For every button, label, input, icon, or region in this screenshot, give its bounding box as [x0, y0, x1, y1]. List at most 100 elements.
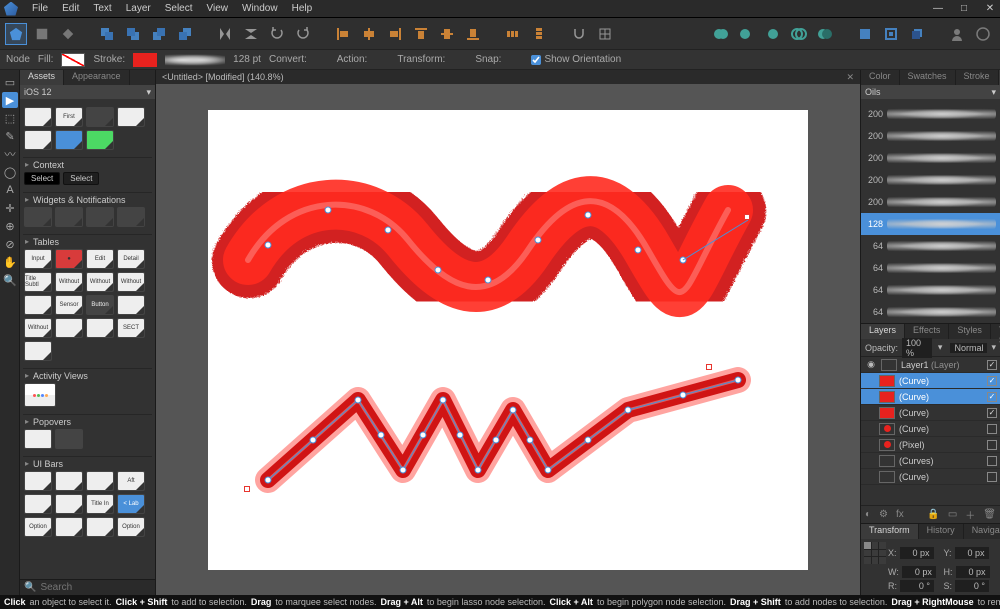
section-popovers[interactable]: Popovers [23, 414, 152, 428]
asset-item[interactable]: Without [55, 272, 83, 292]
layer-row[interactable]: (Pixel) [861, 437, 1000, 453]
asset-item[interactable]: Title In [86, 494, 114, 514]
layer-checkbox[interactable] [987, 440, 997, 450]
asset-item[interactable]: SECT [117, 318, 145, 338]
zoom-tool[interactable]: 🔍 [2, 272, 18, 288]
insert-behind-button[interactable] [906, 23, 928, 45]
selection-handle[interactable] [744, 214, 750, 220]
asset-item[interactable] [86, 130, 114, 150]
assets-search[interactable]: 🔍 [20, 579, 155, 595]
document-tab[interactable]: <Untitled> [Modified] (140.8%) ✕ [156, 70, 860, 84]
arrange-btn-3[interactable] [148, 23, 170, 45]
insert-target-button[interactable] [854, 23, 876, 45]
layers-tab[interactable]: Layers [861, 324, 905, 339]
assets-tab[interactable]: Assets [20, 70, 64, 85]
asset-item[interactable] [55, 318, 83, 338]
asset-item[interactable] [86, 207, 114, 227]
asset-item[interactable] [55, 517, 83, 537]
persona-designer[interactable] [6, 24, 26, 44]
transform-tab[interactable]: Transform [861, 524, 919, 539]
search-input[interactable] [40, 582, 172, 593]
artboard-tool[interactable]: ⬚ [2, 110, 18, 126]
align-right-button[interactable] [384, 23, 406, 45]
geom-int-button[interactable] [762, 23, 784, 45]
shape-tool[interactable]: ◯ [2, 164, 18, 180]
appearance-tab[interactable]: Appearance [64, 70, 130, 85]
layer-row[interactable]: (Curve) [861, 389, 1000, 405]
asset-item[interactable] [117, 207, 145, 227]
asset-item[interactable] [24, 295, 52, 315]
arrange-btn-4[interactable] [174, 23, 196, 45]
add-layer-button[interactable]: ＋ [965, 507, 975, 522]
asset-item[interactable] [55, 429, 83, 449]
transform-x[interactable]: 0 px [900, 547, 934, 559]
snap-options[interactable] [594, 23, 616, 45]
asset-item[interactable]: Edit [86, 249, 114, 269]
asset-item[interactable] [24, 471, 52, 491]
flip-h-button[interactable] [214, 23, 236, 45]
asset-item[interactable]: Option [117, 517, 145, 537]
fill-swatch[interactable] [61, 53, 85, 67]
snap-toggle[interactable] [568, 23, 590, 45]
geom-xor-button[interactable] [788, 23, 810, 45]
text-tool[interactable]: A [2, 182, 18, 198]
layer-checkbox[interactable] [987, 472, 997, 482]
brush-preset[interactable]: 200 [861, 103, 1000, 125]
align-left-button[interactable] [332, 23, 354, 45]
layer-checkbox[interactable] [987, 392, 997, 402]
group-button[interactable]: ▭ [948, 509, 957, 520]
stroke-swatch[interactable] [133, 53, 157, 67]
transform-y[interactable]: 0 px [955, 547, 989, 559]
section-tables[interactable]: Tables [23, 234, 152, 248]
align-center-v-button[interactable] [436, 23, 458, 45]
layer-checkbox[interactable] [987, 360, 997, 370]
minimize-button[interactable]: — [932, 3, 944, 15]
section-widgets[interactable]: Widgets & Notifications [23, 192, 152, 206]
arrange-btn-1[interactable] [96, 23, 118, 45]
asset-item[interactable] [55, 494, 83, 514]
align-top-button[interactable] [410, 23, 432, 45]
view-hand-tool[interactable]: ✋ [2, 254, 18, 270]
brush-preset[interactable]: 200 [861, 191, 1000, 213]
geom-sub-button[interactable] [736, 23, 758, 45]
insert-inside-button[interactable] [880, 23, 902, 45]
layer-row[interactable]: (Curve) [861, 421, 1000, 437]
asset-item[interactable] [24, 341, 52, 361]
rotate-ccw-button[interactable] [266, 23, 288, 45]
rotate-cw-button[interactable] [292, 23, 314, 45]
move-tool[interactable]: ▭ [2, 74, 18, 90]
menu-text[interactable]: Text [93, 3, 111, 14]
styles-tab[interactable]: Styles [949, 324, 991, 339]
adjust-button[interactable]: ⚙ [879, 509, 888, 520]
color-tab[interactable]: Color [861, 70, 900, 85]
asset-item[interactable]: ● [55, 249, 83, 269]
account-button[interactable] [946, 23, 968, 45]
show-orientation-check[interactable]: Show Orientation [531, 54, 621, 65]
layer-checkbox[interactable] [987, 424, 997, 434]
asset-item[interactable]: Without [117, 272, 145, 292]
asset-item[interactable] [24, 130, 52, 150]
asset-item[interactable] [86, 318, 114, 338]
node-tool[interactable]: ▶ [2, 92, 18, 108]
menu-view[interactable]: View [207, 3, 229, 14]
maximize-button[interactable]: □ [958, 3, 970, 15]
geom-div-button[interactable] [814, 23, 836, 45]
layer-row[interactable]: (Curve) [861, 373, 1000, 389]
pen-tool[interactable]: ✎ [2, 128, 18, 144]
section-context[interactable]: Context [23, 157, 152, 171]
section-activity[interactable]: Activity Views [23, 368, 152, 382]
persona-export[interactable] [58, 24, 78, 44]
layer-row[interactable]: ◉Layer1 (Layer) [861, 357, 1000, 373]
asset-item[interactable] [24, 207, 52, 227]
dist-h-button[interactable] [502, 23, 524, 45]
menu-help[interactable]: Help [292, 3, 313, 14]
asset-item[interactable]: Sensor [55, 295, 83, 315]
section-uibars[interactable]: UI Bars [23, 456, 152, 470]
assets-category-dropdown[interactable]: iOS 12▾ [20, 85, 155, 99]
menu-file[interactable]: File [32, 3, 48, 14]
brush-preset[interactable]: 64 [861, 257, 1000, 279]
asset-item[interactable] [24, 429, 52, 449]
fill-tool[interactable]: ⊕ [2, 218, 18, 234]
opacity-value[interactable]: 100 % [902, 338, 932, 358]
brush-preset[interactable]: 200 [861, 169, 1000, 191]
